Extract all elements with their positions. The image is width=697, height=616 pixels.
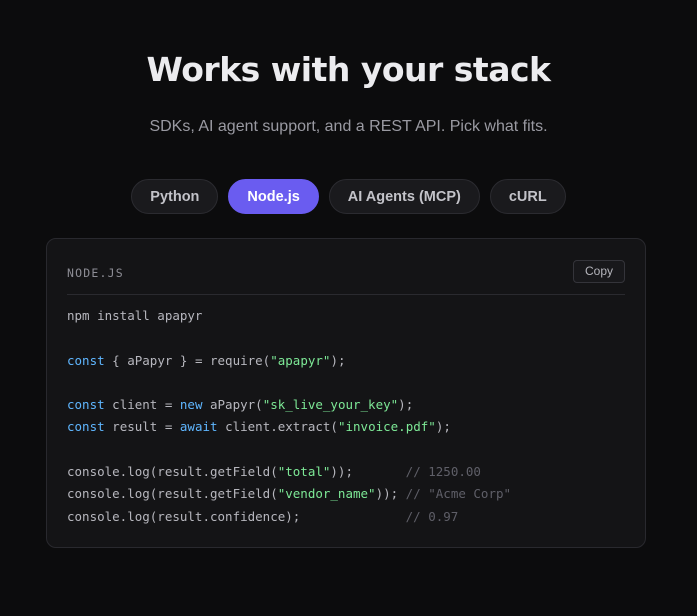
code-text: { aPapyr } = require( — [104, 352, 271, 368]
code-string: "vendor_name" — [277, 486, 376, 502]
code-line: console.log(result.confidence); // 0.97 — [67, 506, 625, 528]
tab-nodejs[interactable]: Node.js — [228, 179, 319, 214]
code-comment: // 0.97 — [405, 508, 459, 524]
code-text: ); — [330, 352, 346, 368]
code-keyword: await — [179, 419, 218, 435]
page-subtitle: SDKs, AI agent support, and a REST API. … — [149, 118, 548, 135]
code-line: npm install apapyr — [67, 305, 625, 327]
code-text: ); — [398, 397, 414, 413]
tab-ai-agents-mcp[interactable]: AI Agents (MCP) — [328, 179, 480, 214]
code-string: "total" — [277, 464, 331, 480]
code-text: npm install apapyr — [67, 308, 203, 323]
tab-curl[interactable]: cURL — [489, 179, 566, 214]
code-text: )); — [330, 464, 406, 480]
code-keyword: const — [67, 352, 105, 368]
code-panel: NODE.JS Copy npm install apapyr const { … — [46, 238, 646, 548]
copy-button[interactable]: Copy — [572, 260, 625, 283]
code-text: ); — [435, 419, 451, 435]
code-text: console.log(result.getField( — [67, 464, 278, 480]
code-text: client = — [104, 397, 180, 413]
code-line: console.log(result.getField("vendor_name… — [67, 483, 625, 505]
code-comment: // 1250.00 — [405, 464, 481, 480]
code-comment: // "Acme Corp" — [405, 486, 512, 502]
page: Works with your stack SDKs, AI agent sup… — [0, 0, 697, 616]
code-text: client.extract( — [217, 419, 338, 435]
code-keyword: new — [179, 397, 203, 413]
page-title: Works with your stack — [146, 50, 551, 89]
code-text: console.log(result.getField( — [67, 486, 278, 502]
code-line: const client = new aPapyr("sk_live_your_… — [67, 394, 625, 416]
code-text: )); — [375, 486, 406, 502]
code-text: console.log(result.confidence); — [67, 508, 406, 524]
code-panel-header: NODE.JS Copy — [67, 260, 625, 295]
code-line: console.log(result.getField("total")); /… — [67, 461, 625, 483]
code-text: aPapyr( — [202, 397, 263, 413]
code-block: npm install apapyr const { aPapyr } = re… — [67, 305, 625, 528]
language-label: NODE.JS — [67, 266, 124, 280]
code-line: const result = await client.extract("inv… — [67, 416, 625, 438]
language-tabs: Python Node.js AI Agents (MCP) cURL — [0, 179, 697, 214]
code-keyword: const — [67, 397, 105, 413]
code-string: "apapyr" — [270, 352, 331, 368]
code-line: const { aPapyr } = require("apapyr"); — [67, 350, 625, 372]
code-keyword: const — [67, 419, 105, 435]
code-string: "sk_live_your_key" — [262, 397, 399, 413]
code-string: "invoice.pdf" — [337, 419, 436, 435]
tab-python[interactable]: Python — [131, 179, 219, 214]
code-text: result = — [104, 419, 180, 435]
